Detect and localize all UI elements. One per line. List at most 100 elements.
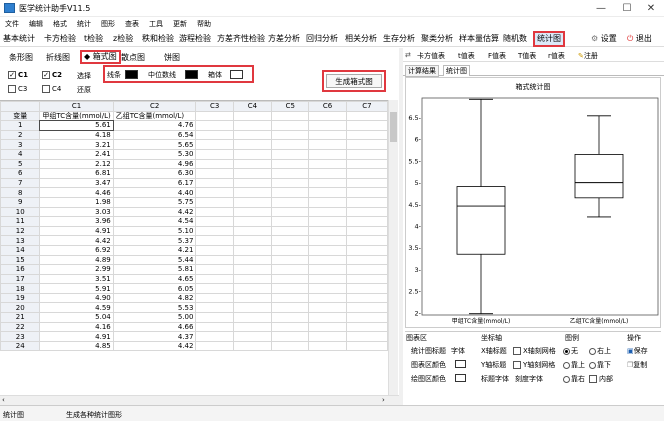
table-cell[interactable]: 4.65: [112, 273, 197, 285]
table-cell[interactable]: [271, 312, 310, 323]
table-cell[interactable]: [195, 187, 234, 198]
table-cell[interactable]: [345, 216, 388, 227]
table-cell[interactable]: [271, 321, 310, 333]
row-number[interactable]: 18: [0, 283, 41, 294]
menu-update[interactable]: 更新: [168, 17, 192, 31]
row-number[interactable]: 12: [0, 225, 41, 237]
table-cell[interactable]: [271, 292, 310, 304]
table-cell[interactable]: 4.46: [39, 187, 114, 198]
table-cell[interactable]: 4.18: [39, 129, 114, 141]
table-cell[interactable]: 4.40: [112, 187, 197, 198]
table-cell[interactable]: 4.37: [112, 331, 197, 342]
table-cell[interactable]: [232, 235, 273, 246]
table-cell[interactable]: [345, 273, 388, 285]
table-cell[interactable]: [232, 273, 273, 285]
table-cell[interactable]: [271, 283, 310, 294]
box-color-swatch[interactable]: [230, 70, 243, 79]
table-cell[interactable]: [308, 158, 347, 170]
table-cell[interactable]: 5.44: [112, 254, 197, 266]
save-button[interactable]: ▣保存: [627, 346, 648, 356]
table-cell[interactable]: [271, 196, 310, 208]
table-cell[interactable]: [195, 177, 234, 189]
table-cell[interactable]: [232, 225, 273, 237]
table-cell[interactable]: [308, 244, 347, 256]
table-cell[interactable]: [271, 177, 310, 189]
table-cell[interactable]: [232, 158, 273, 170]
plot-color-swatch[interactable]: [455, 374, 466, 382]
table-cell[interactable]: 4.54: [112, 216, 197, 227]
table-cell[interactable]: [271, 264, 310, 275]
menu-help[interactable]: 帮助: [192, 17, 216, 31]
r-table-button[interactable]: r值表: [548, 51, 565, 61]
row-number[interactable]: 3: [0, 139, 41, 150]
table-cell[interactable]: [195, 158, 234, 170]
table-cell[interactable]: [195, 129, 234, 141]
table-cell[interactable]: 4.76: [112, 120, 197, 131]
scroll-right-icon[interactable]: ›: [382, 396, 385, 404]
y-grid-checkbox[interactable]: Y轴刻网格: [513, 360, 555, 370]
column-header[interactable]: C3: [195, 101, 234, 112]
table-cell[interactable]: [195, 312, 234, 323]
t-table-button[interactable]: t值表: [458, 51, 475, 61]
copy-button[interactable]: ❐复制: [627, 360, 647, 370]
table-cell[interactable]: [345, 148, 388, 160]
legend-inner-checkbox[interactable]: 内部: [589, 374, 613, 384]
toolbar-z-test[interactable]: z检验: [113, 31, 133, 47]
table-cell[interactable]: [195, 168, 234, 179]
checkbox-c3[interactable]: C3: [8, 85, 27, 93]
toolbar-rank-sum[interactable]: 秩和检验: [142, 31, 174, 47]
table-cell[interactable]: 5.53: [112, 302, 197, 314]
checkbox-c2[interactable]: ✓ C2: [42, 71, 62, 79]
table-cell[interactable]: [195, 148, 234, 160]
toolbar-sample-size[interactable]: 样本量估算: [459, 31, 499, 47]
menu-edit[interactable]: 编辑: [24, 17, 48, 31]
table-cell[interactable]: [232, 216, 273, 227]
table-cell[interactable]: [195, 225, 234, 237]
table-cell[interactable]: [271, 206, 310, 218]
table-cell[interactable]: [345, 244, 388, 256]
table-cell[interactable]: [345, 206, 388, 218]
toolbar-t-test[interactable]: t检验: [84, 31, 103, 47]
table-cell[interactable]: [271, 235, 310, 246]
row-number[interactable]: 15: [0, 254, 41, 266]
table-cell[interactable]: [195, 206, 234, 218]
table-cell[interactable]: [195, 283, 234, 294]
table-cell[interactable]: [232, 129, 273, 141]
table-cell[interactable]: [345, 225, 388, 237]
table-cell[interactable]: 1.98: [39, 196, 114, 208]
table-cell[interactable]: 6.30: [112, 168, 197, 179]
table-cell[interactable]: 4.42: [112, 206, 197, 218]
table-cell[interactable]: [308, 331, 347, 342]
table-cell[interactable]: [195, 321, 234, 333]
table-cell[interactable]: [232, 331, 273, 342]
select-button[interactable]: 选择: [77, 71, 91, 81]
row-number[interactable]: 24: [0, 340, 41, 352]
corner-cell[interactable]: [0, 101, 41, 112]
chi-square-table-button[interactable]: 卡方值表: [417, 51, 445, 61]
table-cell[interactable]: [232, 292, 273, 304]
table-cell[interactable]: [271, 254, 310, 266]
table-cell[interactable]: 4.91: [39, 331, 114, 342]
table-cell[interactable]: [308, 254, 347, 266]
table-cell[interactable]: 5.04: [39, 312, 114, 323]
toolbar-basic-stats[interactable]: 基本统计: [3, 31, 35, 47]
table-cell[interactable]: 4.59: [39, 302, 114, 314]
row-number[interactable]: 22: [0, 321, 41, 333]
table-cell[interactable]: [345, 302, 388, 314]
table-cell[interactable]: [308, 264, 347, 275]
table-cell[interactable]: [232, 168, 273, 179]
table-cell[interactable]: 6.17: [112, 177, 197, 189]
table-cell[interactable]: 2.99: [39, 264, 114, 275]
variable-name-cell[interactable]: [195, 110, 234, 122]
table-cell[interactable]: [271, 148, 310, 160]
table-cell[interactable]: [308, 148, 347, 160]
table-cell[interactable]: [195, 139, 234, 150]
exit-button[interactable]: ⏻ 退出: [627, 31, 652, 47]
table-cell[interactable]: 4.16: [39, 321, 114, 333]
column-header[interactable]: C1: [39, 101, 114, 112]
table-cell[interactable]: [308, 129, 347, 141]
table-cell[interactable]: [345, 340, 388, 352]
checkbox-c1[interactable]: ✓ C1: [8, 71, 28, 79]
row-number[interactable]: 10: [0, 206, 41, 218]
legend-top-radio[interactable]: 靠上: [563, 360, 585, 370]
